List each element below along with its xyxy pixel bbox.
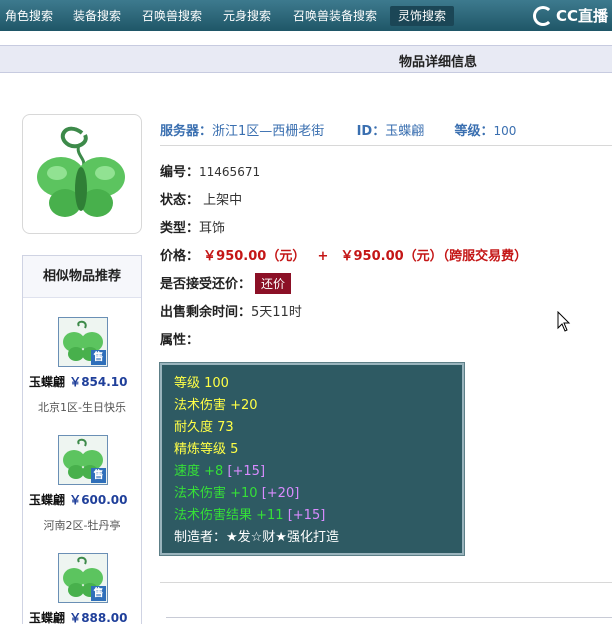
divider [160, 145, 612, 146]
divider [166, 617, 612, 618]
attr-label: 属性： [160, 333, 200, 348]
attributes-box: 等级 100 法术伤害 +20 耐久度 73 精炼等级 5 速度 +8 [+15… [159, 362, 465, 556]
server-value: 浙江1区—西栅老街 [212, 124, 325, 139]
haggle-label: 是否接受还价： [160, 277, 252, 292]
similar-item-thumbnail[interactable]: 售 [58, 435, 108, 485]
tab-lingshi-search[interactable]: 灵饰搜索 [390, 6, 454, 26]
level-value: 100 [493, 124, 517, 138]
type-value: 耳饰 [199, 221, 226, 236]
similar-item-name[interactable]: 玉蝶翩 [29, 493, 65, 507]
attribute-line: 法术伤害 +20 [174, 398, 258, 413]
level-label: 等级： [454, 124, 494, 139]
similar-item-server: 北京1区-生日快乐 [38, 401, 126, 414]
price-plus: + [317, 249, 329, 264]
top-nav: 角色搜索 装备搜索 召唤兽搜索 元身搜索 召唤兽装备搜索 灵饰搜索 CC直播 [0, 0, 612, 31]
id-value: 玉蝶翩 [385, 124, 425, 139]
section-header: 物品详细信息 [0, 45, 612, 73]
similar-item-name-price[interactable]: 玉蝶翩 ￥600.00 [29, 491, 128, 508]
similar-item-price: ￥600.00 [69, 493, 128, 507]
price-label: 价格： [160, 249, 200, 264]
mouse-cursor-icon [557, 311, 571, 332]
item-image [22, 114, 142, 234]
time-value: 5天11时 [251, 305, 302, 320]
price-row: 价格： ￥950.00（元） + ￥950.00（元）（跨服交易费） [160, 245, 527, 264]
similar-items-title: 相似物品推荐 [23, 256, 141, 298]
type-row: 类型：耳饰 [160, 217, 225, 236]
attribute-line: 精炼等级 5 [174, 442, 239, 457]
serial-value: 11465671 [199, 165, 261, 179]
attribute-line: 等级 100 [174, 376, 229, 391]
status-row: 状态： 上架中 [160, 189, 242, 208]
server-label: 服务器： [160, 124, 213, 139]
time-row: 出售剩余时间：5天11时 [160, 301, 302, 320]
type-label: 类型： [160, 221, 200, 236]
cc-logo-icon [532, 6, 553, 26]
id-label: ID： [356, 124, 386, 139]
attr-row: 属性： [160, 329, 199, 348]
serial-label: 编号： [160, 165, 200, 180]
serial-row: 编号：11465671 [160, 161, 260, 180]
time-label: 出售剩余时间： [160, 305, 252, 320]
sold-badge: 售 [91, 586, 106, 601]
status-label: 状态： [160, 193, 200, 208]
tab-yuanshen-search[interactable]: 元身搜索 [222, 6, 272, 26]
cc-live-logo: CC直播 [532, 4, 608, 28]
section-title: 物品详细信息 [399, 55, 478, 70]
similar-item-server: 河南2区-牡丹亭 [43, 519, 121, 532]
attribute-line: 制造者：★发☆财★强化打造 [174, 530, 339, 545]
sold-badge: 售 [91, 468, 106, 483]
attribute-line: 法术伤害结果 +11 [+15] [174, 508, 326, 523]
tab-summon-equipment-search[interactable]: 召唤兽装备搜索 [292, 6, 378, 26]
haggle-row: 是否接受还价： 还价 [160, 273, 292, 294]
logo-text: CC直播 [555, 7, 608, 25]
price-value: ￥950.00（元） [203, 249, 306, 264]
tab-summon-search[interactable]: 召唤兽搜索 [142, 6, 202, 26]
tab-equipment-search[interactable]: 装备搜索 [72, 6, 122, 26]
attribute-line: 耐久度 73 [174, 420, 234, 435]
similar-item-name-price[interactable]: 玉蝶翩 ￥888.00 [29, 609, 128, 624]
sold-badge: 售 [91, 350, 106, 365]
divider [160, 582, 612, 583]
item-header-line: 服务器：浙江1区—西栅老街 ID：玉蝶翩 等级：100 [160, 120, 516, 139]
similar-item-thumbnail[interactable]: 售 [58, 553, 108, 603]
similar-items-panel: 相似物品推荐 售 玉蝶翩 ￥854.10 北京1区-生日快乐 售 玉蝶翩 ￥60… [22, 255, 142, 624]
cross-server-fee: ￥950.00（元）（跨服交易费） [340, 249, 528, 264]
similar-item-thumbnail[interactable]: 售 [58, 317, 108, 367]
similar-item-name-price[interactable]: 玉蝶翩 ￥854.10 [29, 373, 128, 390]
haggle-button[interactable]: 还价 [255, 273, 292, 294]
tab-role-search[interactable]: 角色搜索 [4, 6, 54, 26]
attribute-line: 法术伤害 +10 [+20] [174, 486, 300, 501]
similar-item-price: ￥888.00 [69, 611, 128, 624]
attribute-line: 速度 +8 [+15] [174, 464, 266, 479]
similar-item-price: ￥854.10 [69, 375, 128, 389]
status-value: 上架中 [203, 193, 243, 208]
jade-butterfly-icon [37, 126, 125, 217]
similar-item-name[interactable]: 玉蝶翩 [29, 611, 65, 624]
similar-item-name[interactable]: 玉蝶翩 [29, 375, 65, 389]
